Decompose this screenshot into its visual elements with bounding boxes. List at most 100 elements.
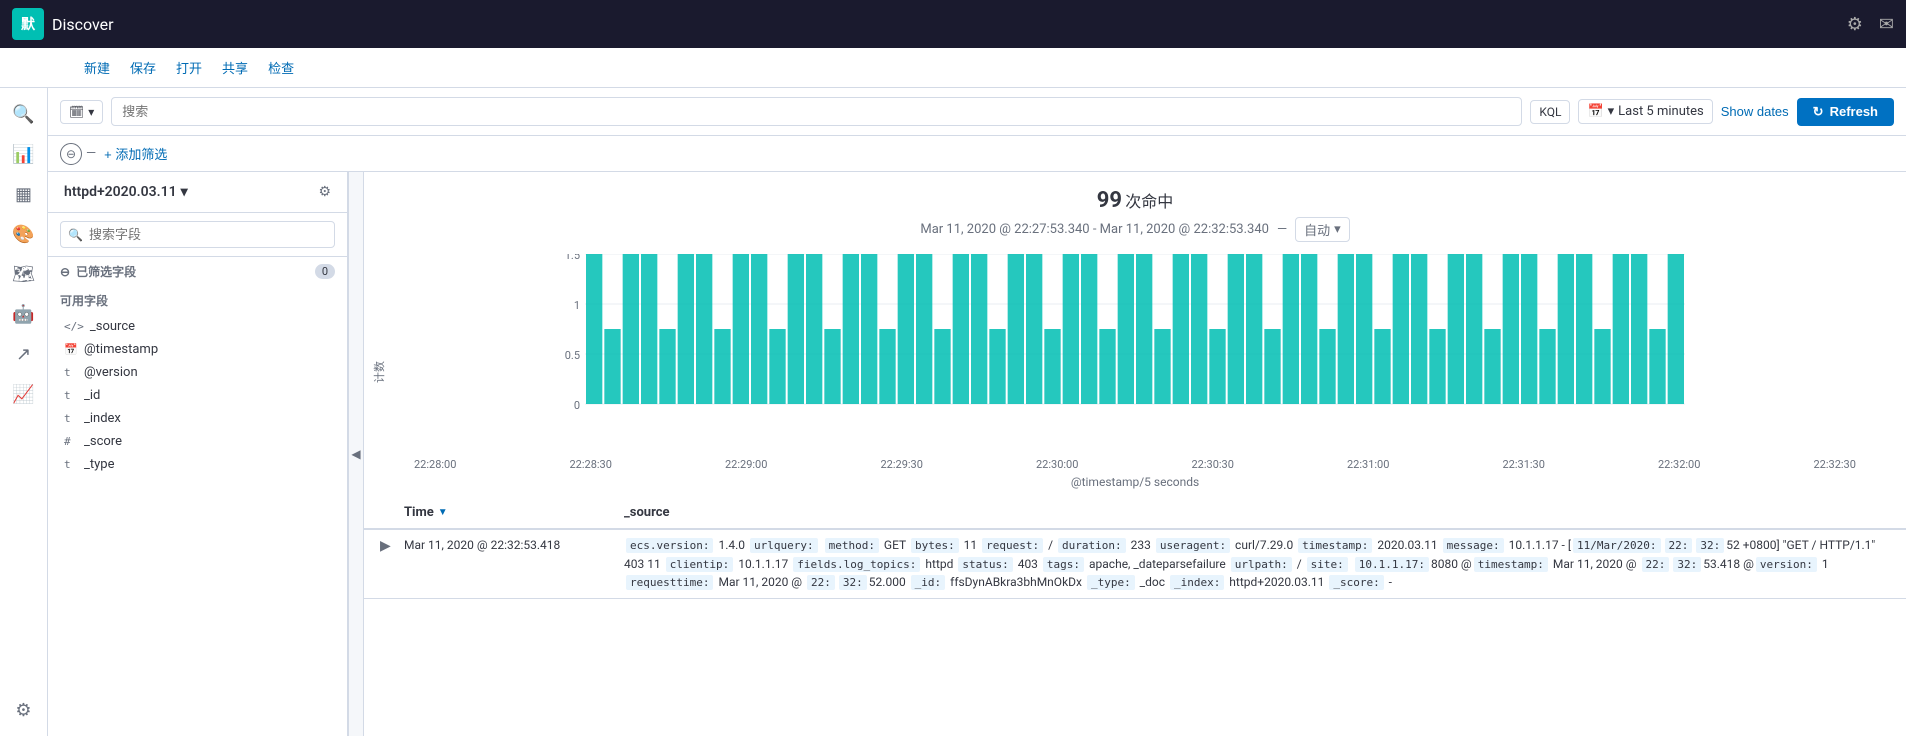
field-item[interactable]: t @version	[48, 361, 347, 384]
index-picker[interactable]: 🗓 ▾	[60, 100, 103, 124]
time-column-header[interactable]: Time ▼	[404, 505, 624, 520]
svg-text:1.5: 1.5	[565, 254, 580, 262]
index-icon-down: ▾	[88, 105, 94, 119]
field-name-label: @version	[84, 365, 138, 380]
top-bar: 默 Discover ⚙ ✉	[0, 0, 1906, 48]
inspect-button[interactable]: 检查	[268, 58, 294, 77]
sort-icon: ▼	[438, 507, 448, 518]
nav-graph[interactable]: ↗	[6, 336, 42, 372]
time-range-text: Mar 11, 2020 @ 22:27:53.340 - Mar 11, 20…	[920, 222, 1269, 237]
field-item[interactable]: t_id	[48, 384, 347, 407]
refresh-button[interactable]: ↻ Refresh	[1797, 98, 1894, 126]
field-search-container: 🔍	[48, 213, 347, 257]
calendar-icon: 📅	[1587, 104, 1603, 119]
field-name-label: _score	[84, 434, 122, 449]
field-type-icon: t	[64, 389, 78, 402]
nav-settings[interactable]: ⚙	[6, 692, 42, 728]
source-field-name: _source	[90, 319, 135, 334]
time-range: Mar 11, 2020 @ 22:27:53.340 - Mar 11, 20…	[380, 217, 1890, 242]
chart-container: 计数 0 0.5 1 1.5	[364, 246, 1906, 497]
nav-discover[interactable]: 🔍	[6, 96, 42, 132]
field-name-label: _index	[84, 411, 121, 426]
time-picker-chevron: ▾	[1608, 104, 1615, 119]
hit-count: 99	[1097, 188, 1122, 213]
field-item[interactable]: t _type	[48, 453, 347, 476]
filter-actions: ⊖ —	[60, 143, 96, 165]
row-source: ecs.version: 1.4.0 urlquery: method: GET…	[624, 536, 1890, 592]
nav-ml[interactable]: 🤖	[6, 296, 42, 332]
collapse-icon: ◀	[351, 447, 360, 461]
field-type-icon: 📅	[64, 343, 78, 356]
index-pattern-header: httpd+2020.03.11 ▾ ⚙	[48, 172, 347, 213]
svg-text:0.5: 0.5	[565, 349, 580, 362]
x-axis-title: @timestamp/5 seconds	[414, 475, 1856, 489]
table-header: Time ▼ _source	[364, 497, 1906, 530]
nav-maps[interactable]: 🗺	[6, 256, 42, 292]
nav-dashboard[interactable]: ▦	[6, 176, 42, 212]
index-pattern-chevron: ▾	[181, 184, 188, 200]
field-item[interactable]: 📅 @timestamp	[48, 338, 347, 361]
filter-options-button[interactable]: ⊖	[60, 143, 82, 165]
nav-visualize[interactable]: 📊	[6, 136, 42, 172]
selected-fields-collapse-icon: ⊖	[60, 265, 70, 279]
source-field-item[interactable]: </> _source	[48, 315, 347, 338]
collapse-sidebar-button[interactable]: ⚙	[318, 184, 331, 200]
histogram-chart[interactable]: 0 0.5 1 1.5	[414, 254, 1856, 454]
kibana-logo: 默	[12, 8, 44, 40]
available-fields-section: 可用字段	[48, 286, 347, 315]
search-input[interactable]	[111, 97, 1522, 126]
filter-bar: ⊖ — + 添加筛选	[48, 136, 1906, 172]
field-search-input[interactable]	[60, 221, 335, 248]
new-button[interactable]: 新建	[84, 58, 110, 77]
settings-icon[interactable]: ⚙	[1847, 14, 1863, 35]
share-button[interactable]: 共享	[222, 58, 248, 77]
field-type-icon: #	[64, 435, 78, 448]
filter-options-icon: ⊖	[66, 147, 76, 161]
field-type-icon: t	[64, 412, 78, 425]
time-picker[interactable]: 📅 ▾ Last 5 minutes	[1578, 99, 1712, 124]
nav-apm[interactable]: 📈	[6, 376, 42, 412]
auto-chevron: ▾	[1334, 222, 1341, 237]
field-name-label: _type	[84, 457, 114, 472]
collapse-handle[interactable]: ◀	[348, 172, 364, 736]
expand-row-button[interactable]: ▶	[380, 536, 404, 554]
table-row-inner: ▶ Mar 11, 2020 @ 22:32:53.418 ecs.versio…	[364, 530, 1906, 598]
kql-badge[interactable]: KQL	[1530, 100, 1570, 124]
save-button[interactable]: 保存	[130, 58, 156, 77]
add-filter-button[interactable]: + 添加筛选	[104, 144, 167, 163]
y-axis-label: 计数	[371, 361, 387, 383]
fields-list: 📅@timestampt@versiont_idt_index#_scoret_…	[48, 338, 347, 476]
top-icons: ⚙ ✉	[1847, 14, 1894, 35]
app-title: Discover	[52, 15, 1839, 34]
show-dates-button[interactable]: Show dates	[1721, 104, 1789, 119]
source-column-header: _source	[624, 505, 1890, 520]
sidebar: httpd+2020.03.11 ▾ ⚙ 🔍	[48, 172, 348, 736]
results-table: Time ▼ _source ▶ Mar 11, 2020 @ 22:32:53…	[364, 497, 1906, 736]
time-value: Last 5 minutes	[1618, 104, 1704, 119]
left-nav: 🔍 📊 ▦ 🎨 🗺 🤖 ↗ 📈 ⚙	[0, 88, 48, 736]
time-range-dash: —	[1277, 222, 1287, 237]
main-content: httpd+2020.03.11 ▾ ⚙ 🔍	[48, 172, 1906, 736]
index-icon: 🗓	[69, 105, 84, 119]
chart-header: 99 次命中 Mar 11, 2020 @ 22:27:53.340 - Mar…	[364, 172, 1906, 246]
open-button[interactable]: 打开	[176, 58, 202, 77]
field-type-icon: t	[64, 458, 78, 471]
auto-interval-button[interactable]: 自动 ▾	[1295, 217, 1350, 242]
available-fields-label: 可用字段	[60, 292, 108, 309]
nav-canvas[interactable]: 🎨	[6, 216, 42, 252]
selected-fields-label: ⊖ 已筛选字段	[60, 263, 136, 280]
toolbar: 新建 保存 打开 共享 检查	[0, 48, 1906, 88]
chart-area: 99 次命中 Mar 11, 2020 @ 22:27:53.340 - Mar…	[364, 172, 1906, 736]
mail-icon[interactable]: ✉	[1879, 14, 1894, 35]
field-name-label: @timestamp	[84, 342, 158, 357]
source-type-icon: </>	[64, 320, 84, 333]
field-item[interactable]: # _score	[48, 430, 347, 453]
refresh-icon: ↻	[1813, 104, 1824, 120]
index-pattern-name[interactable]: httpd+2020.03.11 ▾	[64, 184, 188, 200]
field-item[interactable]: t _index	[48, 407, 347, 430]
field-search-icon: 🔍	[68, 228, 83, 242]
x-axis-labels: 22:28:00 22:28:30 22:29:00 22:29:30 22:3…	[414, 454, 1856, 475]
search-bar: 🗓 ▾ KQL 📅 ▾ Last 5 minutes Show dates ↻ …	[48, 88, 1906, 136]
selected-fields-section[interactable]: ⊖ 已筛选字段 0	[48, 257, 347, 286]
field-type-icon: t	[64, 366, 78, 379]
